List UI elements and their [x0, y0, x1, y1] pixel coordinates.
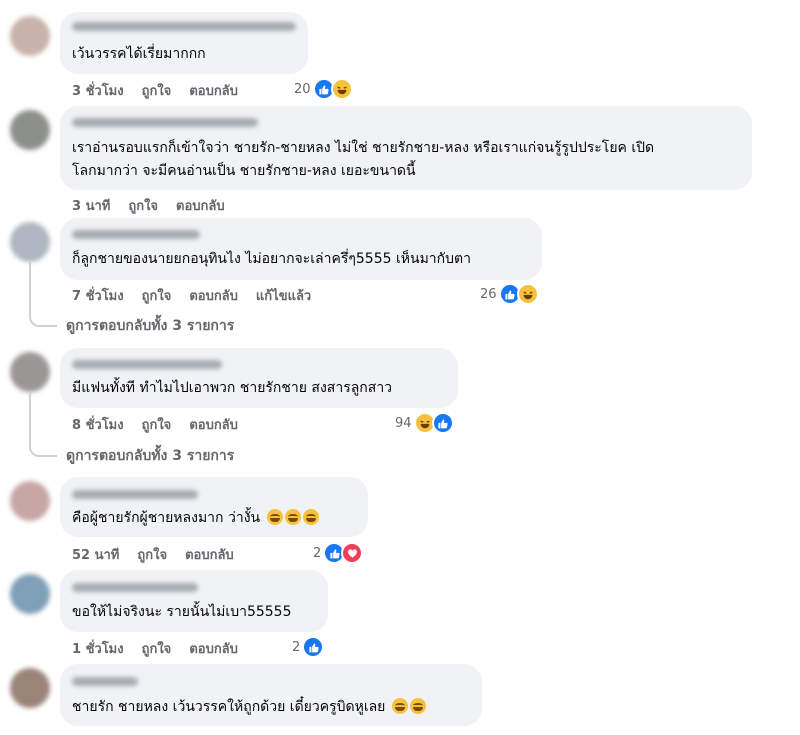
author-name-blurred[interactable] [72, 22, 296, 31]
comment-actions: 3 ชั่วโมง ถูกใจ ตอบกลับ [72, 80, 256, 101]
reply-button[interactable]: ตอบกลับ [189, 80, 238, 101]
timestamp[interactable]: 7 ชั่วโมง [72, 285, 124, 306]
thread-line [29, 392, 57, 457]
grinning-emoji-icon [391, 698, 408, 714]
grinning-emoji-icon [266, 509, 283, 525]
comment-actions: 8 ชั่วโมง ถูกใจ ตอบกลับ [72, 414, 256, 435]
view-replies-link[interactable]: ดูการตอบกลับทั้ง 3 รายการ [66, 445, 234, 467]
grinning-emoji-icon [409, 698, 426, 714]
haha-icon [516, 283, 539, 305]
comment-actions: 3 นาที ถูกใจ ตอบกลับ [72, 195, 243, 216]
comment-actions: 7 ชั่วโมง ถูกใจ ตอบกลับ แก้ไขแล้ว [72, 285, 329, 306]
author-name-blurred[interactable] [72, 490, 198, 499]
author-name-blurred[interactable] [72, 230, 200, 239]
avatar[interactable] [10, 352, 50, 392]
like-button[interactable]: ถูกใจ [142, 285, 172, 306]
reaction-summary[interactable]: 26 [480, 283, 539, 305]
thread-line [29, 262, 57, 327]
reply-button[interactable]: ตอบกลับ [189, 285, 238, 306]
view-replies-link[interactable]: ดูการตอบกลับทั้ง 3 รายการ [66, 315, 234, 337]
like-button[interactable]: ถูกใจ [128, 195, 158, 216]
comment-text: ชายรัก ชายหลง เว้นวรรคให้ถูกด้วย เดี๋ยวค… [72, 696, 426, 719]
like-icon [431, 412, 454, 434]
author-name-blurred[interactable] [72, 677, 138, 686]
reply-button[interactable]: ตอบกลับ [176, 195, 225, 216]
comment-text-content: คือผู้ชายรักผู้ชายหลงมาก ว่างั้น [72, 510, 261, 526]
reply-button[interactable]: ตอบกลับ [189, 414, 238, 435]
comment-text: ก็ลูกชายของนายยกอนุทินไง ไม่อยากจะเล่าคร… [72, 251, 471, 267]
love-icon [341, 542, 364, 564]
grinning-emoji-icon [302, 509, 319, 525]
timestamp[interactable]: 52 นาที [72, 544, 119, 565]
author-name-blurred[interactable] [72, 360, 222, 369]
reaction-summary[interactable]: 94 [395, 412, 454, 434]
timestamp[interactable]: 8 ชั่วโมง [72, 414, 124, 435]
comment-text: คือผู้ชายรักผู้ชายหลงมาก ว่างั้น [72, 507, 319, 530]
reaction-count: 2 [313, 545, 322, 561]
author-name-blurred[interactable] [72, 118, 258, 127]
reply-button[interactable]: ตอบกลับ [189, 638, 238, 659]
reaction-summary[interactable]: 2 [292, 636, 325, 658]
comment-text: โลกมากว่า จะมีคนอ่านเป็น ชายรักชาย-หลง เ… [72, 163, 416, 179]
reaction-summary[interactable]: 2 [313, 542, 364, 564]
comment-text: เราอ่านรอบแรกก็เข้าใจว่า ชายรัก-ชายหลง ไ… [72, 140, 655, 156]
avatar[interactable] [10, 668, 50, 708]
comment-actions: 52 นาที ถูกใจ ตอบกลับ [72, 544, 252, 565]
avatar[interactable] [10, 574, 50, 614]
avatar[interactable] [10, 222, 50, 262]
like-button[interactable]: ถูกใจ [142, 414, 172, 435]
like-button[interactable]: ถูกใจ [142, 80, 172, 101]
edited-label: แก้ไขแล้ว [255, 289, 312, 304]
avatar[interactable] [10, 110, 50, 150]
avatar[interactable] [10, 481, 50, 521]
author-name-blurred[interactable] [72, 583, 198, 592]
timestamp[interactable]: 3 ชั่วโมง [72, 80, 124, 101]
reaction-summary[interactable]: 20 [294, 78, 353, 100]
haha-icon [330, 78, 353, 100]
avatar[interactable] [10, 16, 50, 56]
grinning-emoji-icon [284, 509, 301, 525]
reaction-count: 26 [480, 286, 497, 302]
reaction-count: 2 [292, 639, 301, 655]
comment-actions: 1 ชั่วโมง ถูกใจ ตอบกลับ [72, 638, 256, 659]
reply-button[interactable]: ตอบกลับ [185, 544, 234, 565]
timestamp[interactable]: 1 ชั่วโมง [72, 638, 124, 659]
like-icon [302, 636, 325, 658]
like-button[interactable]: ถูกใจ [142, 638, 172, 659]
comment-text: เว้นวรรคได้เรี่ยมากกก [72, 46, 206, 62]
comment-text: ขอให้ไม่จริงนะ รายนั้นไม่เบา55555 [72, 604, 292, 620]
reaction-count: 20 [294, 81, 311, 97]
like-button[interactable]: ถูกใจ [137, 544, 167, 565]
timestamp[interactable]: 3 นาที [72, 195, 110, 216]
comment-text: มีแฟนทั้งที ทำไมไปเอาพวก ชายรักชาย สงสาร… [72, 380, 393, 396]
comment-text-content: ชายรัก ชายหลง เว้นวรรคให้ถูกด้วย เดี๋ยวค… [72, 699, 386, 715]
reaction-count: 94 [395, 415, 412, 431]
